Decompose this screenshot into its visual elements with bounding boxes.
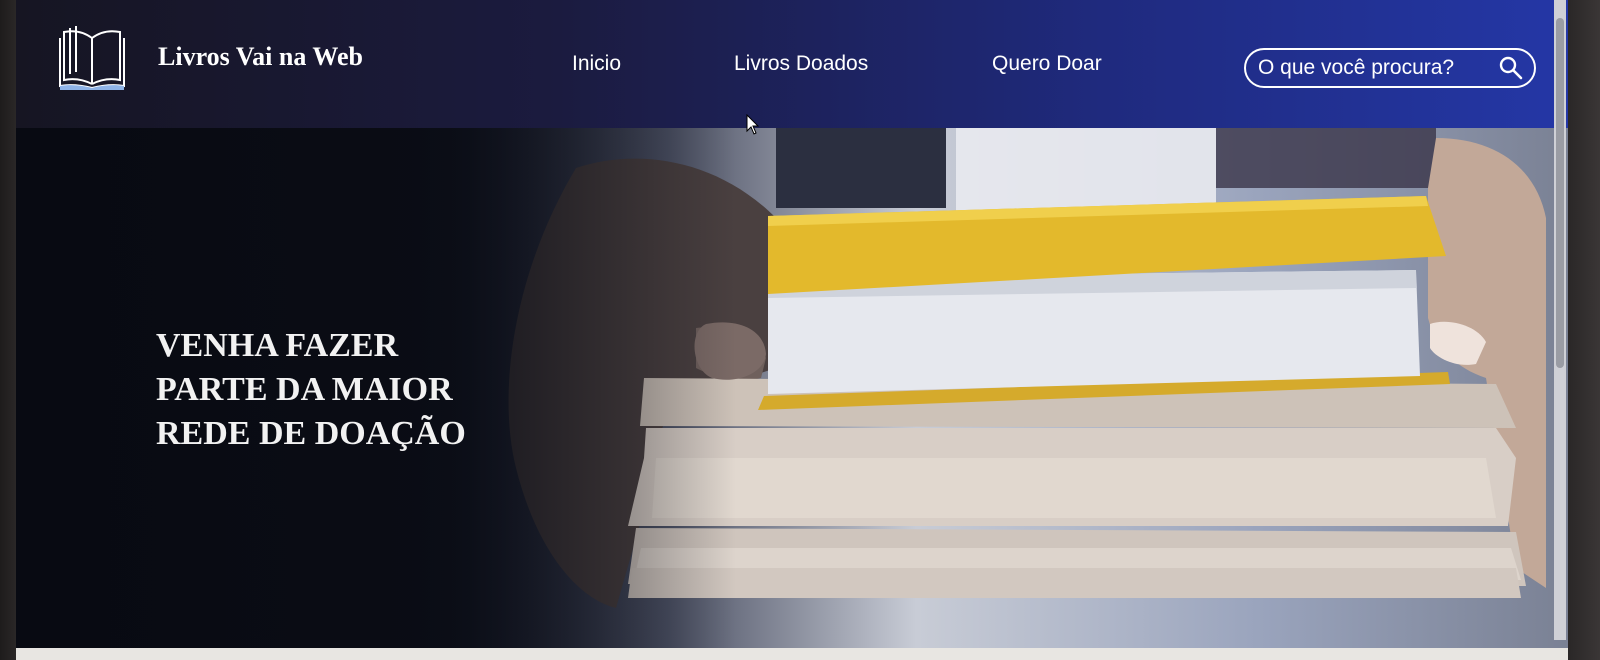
nav-livros-doados[interactable]: Livros Doados	[734, 52, 868, 76]
scrollbar-thumb[interactable]	[1556, 18, 1564, 368]
book-logo-icon[interactable]	[56, 24, 128, 90]
brand-title[interactable]: Livros Vai na Web	[158, 42, 363, 72]
monitor-bezel-right	[1568, 0, 1600, 660]
search-input[interactable]: O que você procura?	[1258, 56, 1498, 80]
mouse-cursor-icon	[746, 114, 760, 135]
hero-banner: VENHA FAZER PARTE DA MAIOR REDE DE DOAÇÃ…	[16, 128, 1568, 648]
search-icon[interactable]	[1498, 55, 1524, 81]
hero-title: VENHA FAZER PARTE DA MAIOR REDE DE DOAÇÃ…	[156, 327, 466, 452]
search-box[interactable]: O que você procura?	[1244, 48, 1536, 88]
nav-quero-doar[interactable]: Quero Doar	[992, 52, 1102, 76]
monitor-bezel-left	[0, 0, 16, 660]
browser-viewport: Livros Vai na Web Inicio Livros Doados Q…	[16, 0, 1568, 660]
site-header: Livros Vai na Web Inicio Livros Doados Q…	[16, 0, 1568, 128]
page-content-edge	[16, 648, 1568, 660]
page-scrollbar[interactable]	[1554, 0, 1566, 640]
nav-inicio[interactable]: Inicio	[572, 52, 621, 76]
